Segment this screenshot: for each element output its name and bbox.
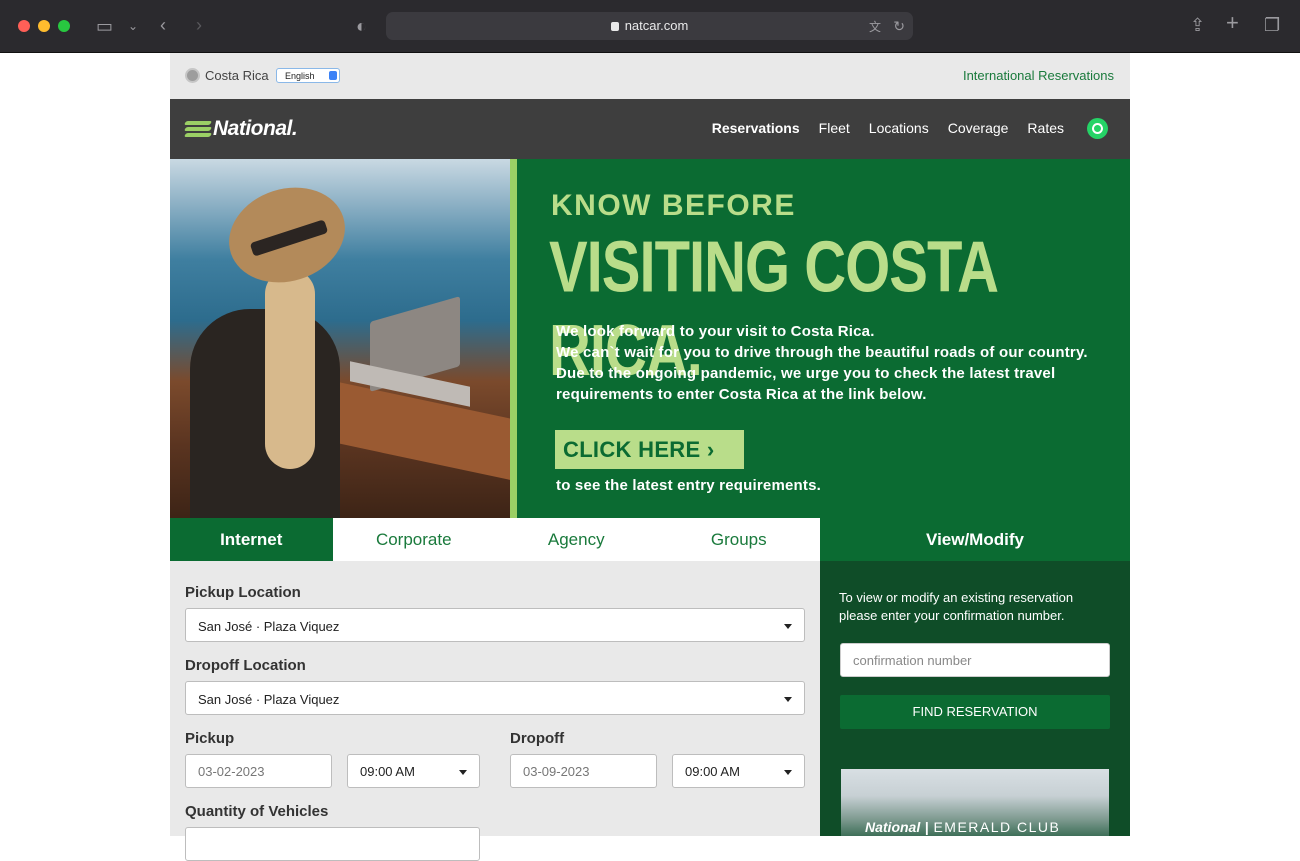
lock-icon [610, 22, 619, 31]
url-text: natcar.com [624, 18, 689, 33]
pickup-location-label: Pickup Location [185, 584, 301, 601]
quantity-label: Quantity of Vehicles [185, 803, 329, 820]
view-modify-panel: To view or modify an existing reservatio… [820, 561, 1130, 836]
browser-toolbar: ▭ ⌄ ‹ › ◐ natcar.com 文 ↻ ⇪ + ❐ [0, 0, 1300, 53]
caret-down-icon [459, 770, 467, 775]
hero-photo [170, 159, 510, 518]
hero-body-line2: We can`t wait for you to drive through t… [556, 344, 1088, 403]
international-reservations-link[interactable]: International Reservations [963, 68, 1114, 83]
sidebar-icon[interactable]: ▭ [96, 17, 113, 35]
tab-agency[interactable]: Agency [495, 518, 658, 561]
hero-banner: KNOW BEFORE VISITING COSTA RICA. We look… [170, 159, 1130, 518]
utility-bar: Costa Rica English International Reserva… [170, 53, 1130, 99]
dropoff-time-select[interactable]: 09:00 AM [672, 754, 805, 788]
caret-down-icon [784, 697, 792, 702]
pickup-location-value: San José · Plaza Viquez [198, 619, 340, 634]
view-modify-instructions: To view or modify an existing reservatio… [839, 590, 1074, 623]
dropoff-location-select[interactable]: San José · Plaza Viquez [185, 681, 805, 715]
forward-icon[interactable]: › [196, 16, 202, 34]
language-select[interactable]: English [276, 68, 340, 83]
caret-down-icon [784, 770, 792, 775]
reservation-tabs: Internet Corporate Agency Groups [170, 518, 821, 569]
reload-icon[interactable]: ↻ [893, 17, 905, 35]
close-window-button[interactable] [18, 20, 30, 32]
address-bar[interactable]: natcar.com 文 ↻ [386, 12, 913, 40]
logo-mark-icon [183, 118, 213, 140]
tab-groups[interactable]: Groups [658, 518, 821, 561]
pickup-label: Pickup [185, 730, 235, 747]
tab-internet[interactable]: Internet [170, 518, 333, 569]
hero-body: We look forward to your visit to Costa R… [556, 321, 1096, 405]
nav-locations[interactable]: Locations [869, 120, 929, 136]
emerald-club-banner[interactable]: National | EMERALD CLUB [841, 769, 1109, 836]
pickup-time-value: 09:00 AM [360, 764, 415, 779]
shield-icon[interactable]: ◐ [356, 17, 367, 35]
hero-accent-stripe [510, 159, 517, 518]
quantity-select[interactable] [185, 827, 480, 861]
share-icon[interactable]: ⇪ [1190, 16, 1205, 34]
pickup-date-input[interactable]: 03-02-2023 [185, 754, 332, 788]
hero-kicker: KNOW BEFORE [551, 189, 796, 222]
zoom-window-button[interactable] [58, 20, 70, 32]
globe-icon [185, 68, 200, 83]
nav-reservations[interactable]: Reservations [712, 120, 800, 136]
minimize-window-button[interactable] [38, 20, 50, 32]
language-value: English [285, 71, 315, 81]
dropoff-location-label: Dropoff Location [185, 657, 306, 674]
nav-coverage[interactable]: Coverage [948, 120, 1009, 136]
hero-cta-note: to see the latest entry requirements. [556, 477, 821, 494]
dropoff-location-value: San José · Plaza Viquez [198, 692, 340, 707]
dropoff-date-input[interactable]: 03-09-2023 [510, 754, 657, 788]
dropoff-label: Dropoff [510, 730, 565, 747]
hero-text-panel: KNOW BEFORE VISITING COSTA RICA. We look… [517, 159, 1130, 518]
national-logo[interactable]: National. [183, 116, 298, 142]
click-here-button[interactable]: CLICK HERE › [555, 430, 744, 469]
reservation-form: Pickup Location San José · Plaza Viquez … [170, 561, 820, 861]
find-reservation-button[interactable]: FIND RESERVATION [840, 695, 1110, 729]
caret-down-icon [784, 624, 792, 629]
whatsapp-icon[interactable] [1087, 118, 1108, 139]
pickup-location-select[interactable]: San José · Plaza Viquez [185, 608, 805, 642]
country-label: Costa Rica [205, 68, 269, 83]
tab-view-modify[interactable]: View/Modify [820, 518, 1130, 569]
nav-rates[interactable]: Rates [1027, 120, 1064, 136]
back-icon[interactable]: ‹ [160, 16, 166, 34]
logo-text: National. [213, 117, 298, 140]
nav-fleet[interactable]: Fleet [819, 120, 850, 136]
new-tab-icon[interactable]: + [1226, 12, 1239, 34]
tabs-overview-icon[interactable]: ❐ [1264, 16, 1280, 34]
select-arrows-icon [329, 71, 337, 80]
confirmation-number-input[interactable]: confirmation number [840, 643, 1110, 677]
dropoff-time-value: 09:00 AM [685, 764, 740, 779]
chevron-down-icon[interactable]: ⌄ [128, 17, 138, 35]
main-nav: National. Reservations Fleet Locations C… [170, 99, 1130, 159]
pickup-time-select[interactable]: 09:00 AM [347, 754, 480, 788]
translate-icon[interactable]: 文 [869, 18, 881, 36]
emerald-club-logo: National | EMERALD CLUB [865, 819, 1061, 835]
hero-body-line1: We look forward to your visit to Costa R… [556, 323, 875, 340]
tab-corporate[interactable]: Corporate [333, 518, 496, 561]
page: Costa Rica English International Reserva… [170, 53, 1130, 861]
